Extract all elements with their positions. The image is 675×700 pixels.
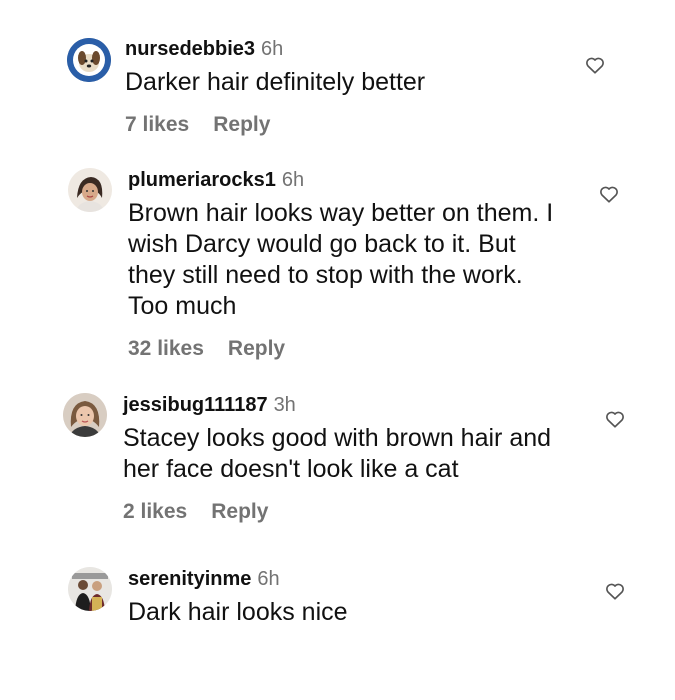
timestamp: 3h: [273, 394, 296, 416]
username-link[interactable]: serenityinme: [128, 568, 251, 590]
comment-body: jessibug111187 3h Stacey looks good with …: [123, 393, 593, 525]
user-photo-avatar-icon: [63, 393, 107, 437]
comment-body: nursedebbie3 6h Darker hair definitely be…: [125, 37, 595, 138]
heart-outline-icon[interactable]: [605, 582, 625, 600]
avatar[interactable]: [67, 38, 111, 82]
comment-text: Stacey looks good with brown hair and he…: [123, 424, 552, 483]
reply-button[interactable]: Reply: [211, 500, 268, 523]
heart-outline-icon[interactable]: [599, 185, 619, 203]
likes-count[interactable]: 7 likes: [125, 113, 189, 136]
comment-meta: jessibug111187 3h: [123, 393, 593, 417]
comment-text: Brown hair looks way better on them. I w…: [128, 199, 554, 320]
timestamp: 6h: [257, 568, 280, 590]
comment-body: serenityinme 6h Dark hair looks nice: [128, 567, 598, 628]
comment-text: Dark hair looks nice: [128, 598, 348, 626]
user-photo-avatar-icon: [68, 168, 112, 212]
username-link[interactable]: nursedebbie3: [125, 38, 255, 60]
comment-body: plumeriarocks1 6h Brown hair looks way be…: [128, 168, 598, 362]
likes-count[interactable]: 32 likes: [128, 337, 204, 360]
comment-meta: plumeriarocks1 6h: [128, 168, 598, 192]
avatar[interactable]: [63, 393, 107, 437]
comment-meta: serenityinme 6h: [128, 567, 598, 591]
comment-actions: 2 likes Reply: [123, 499, 593, 525]
comment-actions: 7 likes Reply: [125, 112, 595, 138]
comment-actions: 32 likes Reply: [128, 336, 598, 362]
username-link[interactable]: plumeriarocks1: [128, 169, 276, 191]
timestamp: 6h: [281, 169, 305, 191]
heart-outline-icon[interactable]: [585, 56, 605, 74]
comment-meta: nursedebbie3 6h: [125, 37, 595, 61]
avatar[interactable]: [68, 567, 112, 611]
reply-button[interactable]: Reply: [213, 113, 270, 136]
heart-outline-icon[interactable]: [605, 410, 625, 428]
avatar[interactable]: [68, 168, 112, 212]
username-link[interactable]: jessibug111187: [123, 394, 268, 416]
likes-count[interactable]: 2 likes: [123, 500, 187, 523]
comment-text: Darker hair definitely better: [125, 68, 426, 96]
reply-button[interactable]: Reply: [228, 337, 285, 360]
dog-avatar-icon: [67, 38, 111, 82]
user-photo-avatar-icon: [68, 567, 112, 611]
timestamp: 6h: [261, 38, 284, 60]
